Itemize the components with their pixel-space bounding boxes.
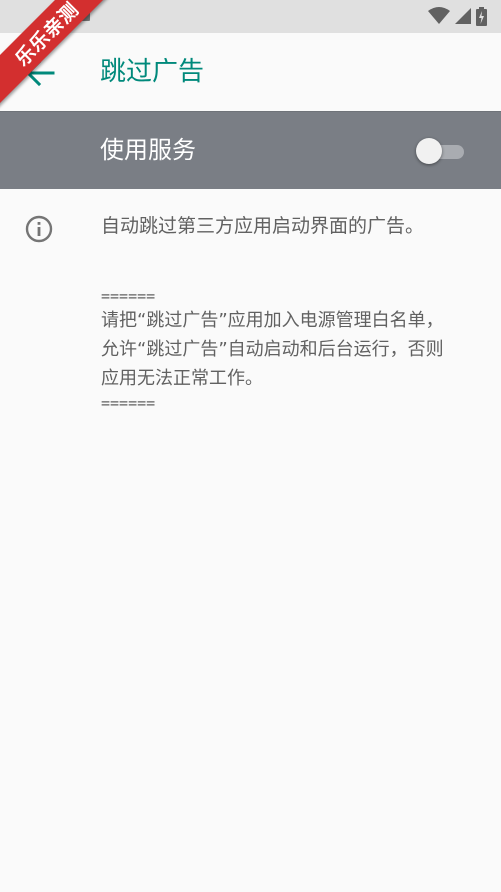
notice-separator-bottom: ====== (101, 394, 156, 412)
service-toggle-switch[interactable] (416, 138, 466, 164)
battery-charging-icon (476, 6, 487, 26)
notice-line-2: 允许“跳过广告”自动启动和后台运行，否则 (101, 339, 444, 360)
whitelist-notice: ====== 请把“跳过广告”应用加入电源管理白名单， 允许“跳过广告”自动启动… (101, 286, 481, 413)
signal-icon (455, 8, 471, 24)
notice-line-1: 请把“跳过广告”应用加入电源管理白名单， (101, 310, 444, 331)
switch-thumb (416, 138, 442, 164)
service-toggle-label: 使用服务 (100, 136, 196, 164)
status-icons (428, 6, 487, 26)
page-title: 跳过广告 (100, 57, 205, 87)
notice-line-3: 应用无法正常工作。 (101, 368, 263, 389)
app-bar: 跳过广告 (0, 33, 501, 110)
notice-separator-top: ====== (101, 287, 156, 305)
wifi-icon (428, 7, 450, 24)
info-description: 自动跳过第三方应用启动界面的广告。 (101, 215, 425, 237)
info-icon (25, 215, 53, 243)
service-toggle-row[interactable]: 使用服务 (0, 111, 501, 189)
